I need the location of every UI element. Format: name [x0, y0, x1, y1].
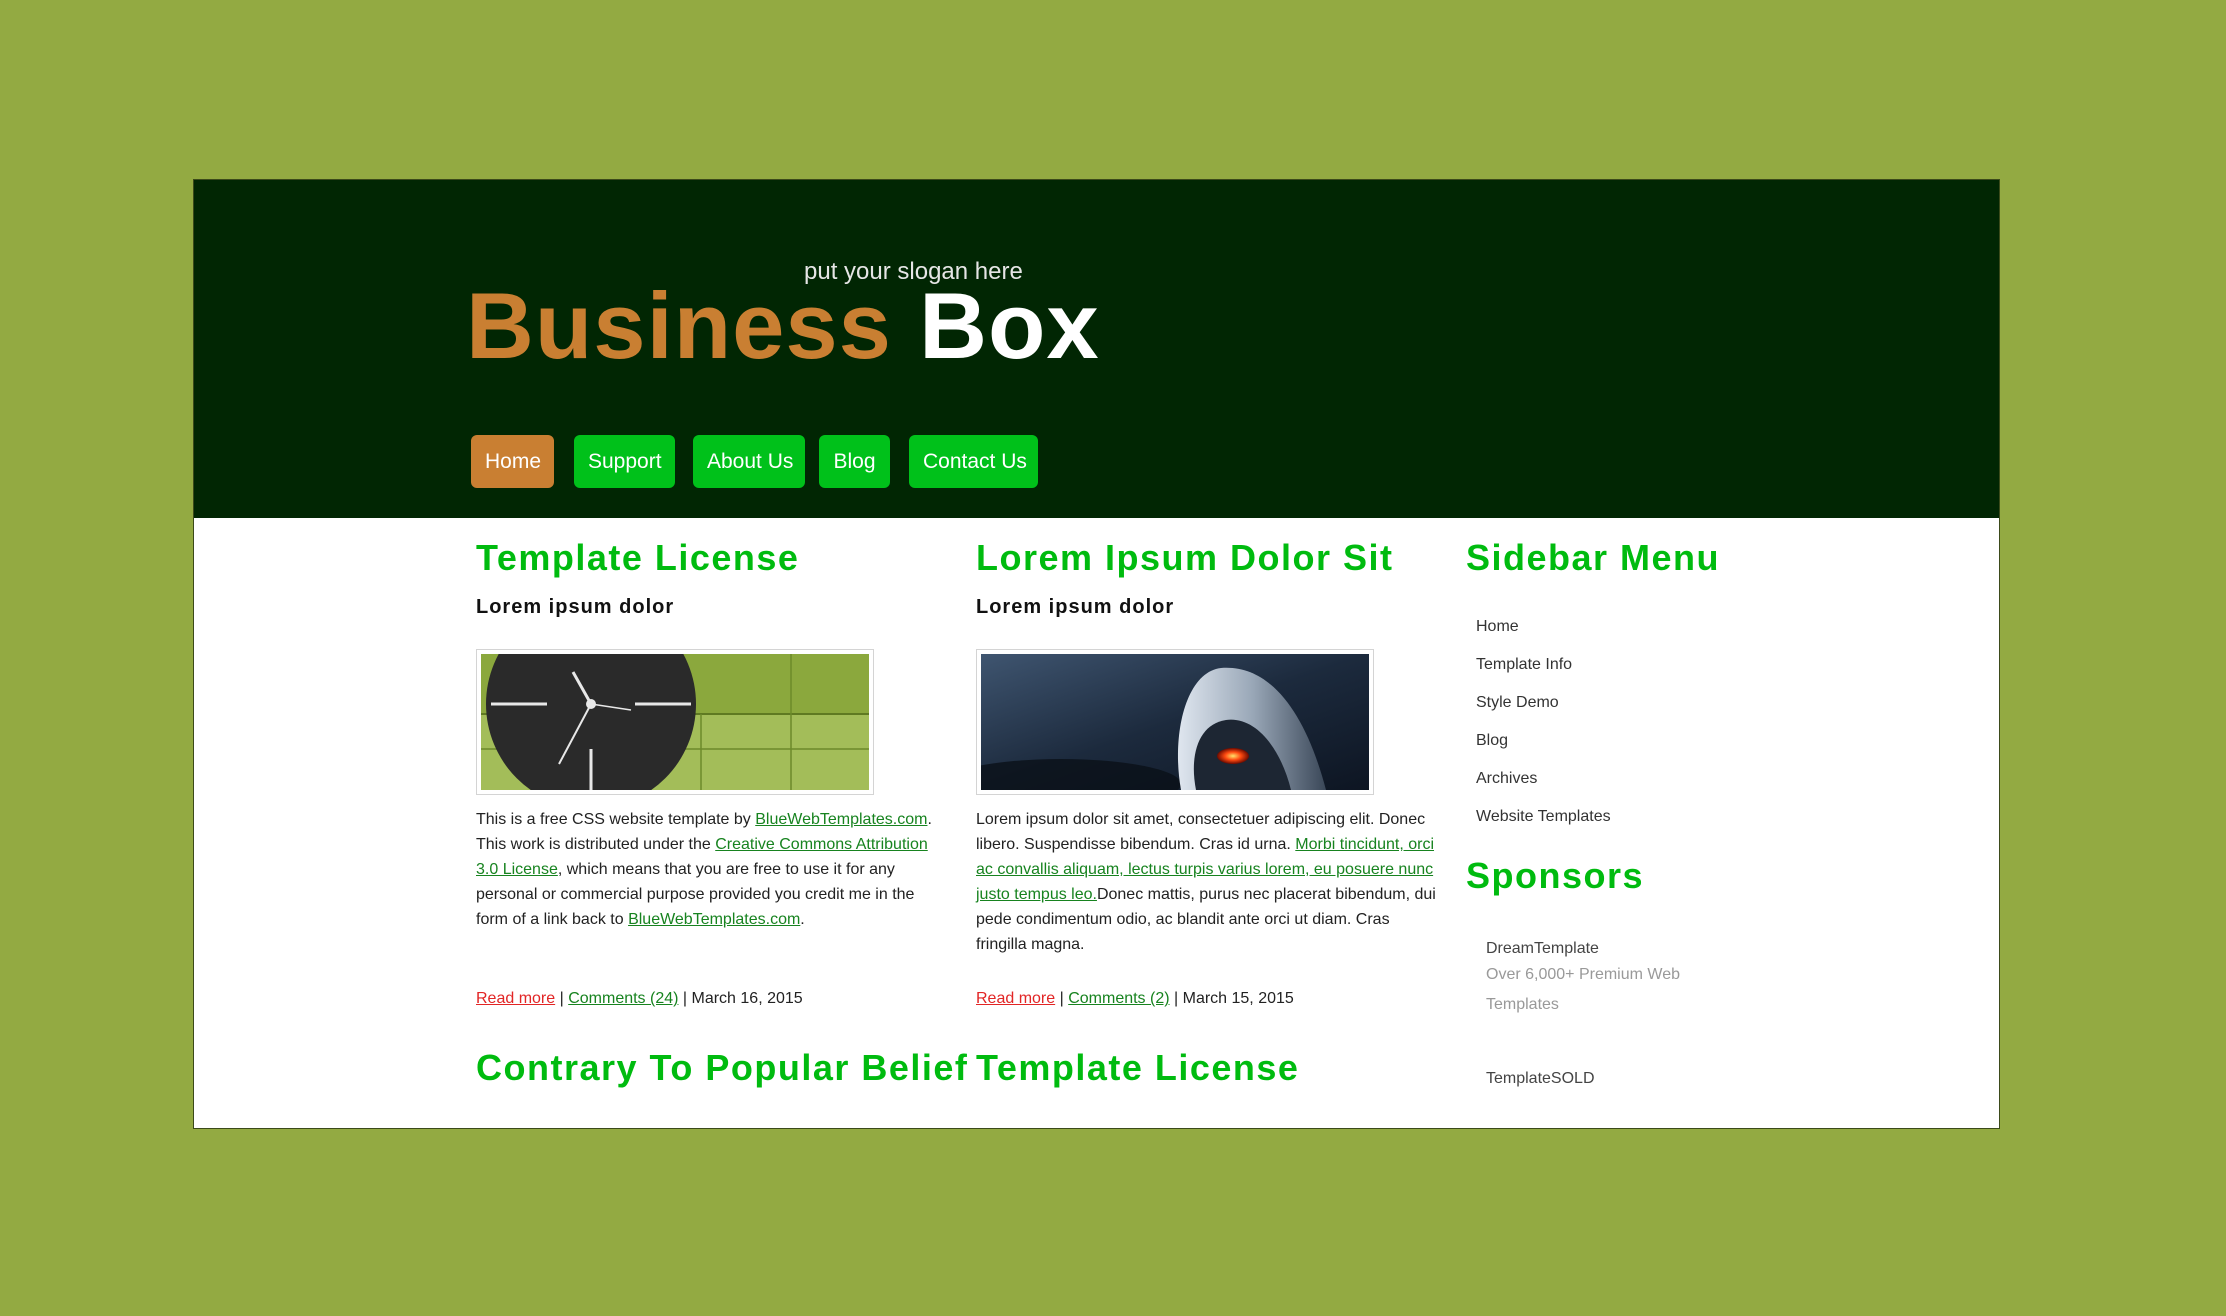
comments-link[interactable]: Comments (24) — [568, 990, 678, 1007]
bluewebtemplates-link[interactable]: BlueWebTemplates.com — [755, 811, 927, 828]
post-text: . — [800, 911, 805, 928]
post-body: This is a free CSS website template by B… — [476, 807, 936, 932]
sponsor-templatesold-link[interactable]: TemplateSOLD — [1486, 1070, 1595, 1088]
computer-mouse-icon — [981, 654, 1369, 790]
bluewebtemplates-link[interactable]: BlueWebTemplates.com — [628, 911, 800, 928]
nav-contact-us-button[interactable]: Contact Us — [909, 435, 1038, 488]
post-body: Lorem ipsum dolor sit amet, consectetuer… — [976, 807, 1436, 957]
post-meta: Read more | Comments (24) | March 16, 20… — [476, 990, 803, 1007]
nav-about-us-button[interactable]: About Us — [693, 435, 805, 488]
post-date: March 15, 2015 — [1182, 990, 1294, 1007]
post-subtitle: Lorem ipsum dolor — [976, 596, 1175, 618]
post-title[interactable]: Contrary To Popular Belief — [476, 1046, 968, 1090]
post-title[interactable]: Template License — [476, 536, 799, 580]
post-column-1: Template License Lorem ipsum dolor This … — [476, 536, 967, 1088]
sidebar-item-home[interactable]: Home — [1466, 608, 1611, 646]
logo-word-business: Business — [466, 273, 892, 378]
nav-home-button[interactable]: Home — [471, 435, 554, 488]
read-more-link[interactable]: Read more — [476, 990, 555, 1007]
logo-word-box: Box — [919, 273, 1100, 378]
site-header: put your slogan here Business Box Home S… — [194, 180, 1999, 518]
site-logo[interactable]: Business Box — [466, 272, 1100, 380]
page-frame: put your slogan here Business Box Home S… — [193, 179, 2000, 1129]
sidebar: Sidebar Menu Home Template Info Style De… — [1466, 536, 1721, 1087]
sidebar-menu: Home Template Info Style Demo Blog Archi… — [1466, 608, 1611, 836]
read-more-link[interactable]: Read more — [976, 990, 1055, 1007]
sidebar-item-blog[interactable]: Blog — [1466, 722, 1611, 760]
comments-link[interactable]: Comments (2) — [1068, 990, 1169, 1007]
sidebar-menu-title: Sidebar Menu — [1466, 537, 1721, 578]
post-subtitle: Lorem ipsum dolor — [476, 596, 675, 618]
nav-blog-button[interactable]: Blog — [819, 435, 890, 488]
sidebar-item-style-demo[interactable]: Style Demo — [1466, 684, 1611, 722]
post-text: This is a free CSS website template by — [476, 811, 756, 828]
sponsor-dreamtemplate-link[interactable]: DreamTemplate — [1486, 940, 1599, 958]
clock-image — [476, 649, 874, 795]
sponsors-title: Sponsors — [1466, 855, 1645, 896]
sidebar-item-template-info[interactable]: Template Info — [1466, 646, 1611, 684]
computer-mouse-image — [976, 649, 1374, 795]
sponsor-description: Over 6,000+ Premium Web Templates — [1486, 966, 1681, 1013]
post-meta: Read more | Comments (2) | March 15, 201… — [976, 990, 1294, 1007]
sidebar-item-website-templates[interactable]: Website Templates — [1466, 798, 1611, 836]
post-date: March 16, 2015 — [691, 990, 803, 1007]
sidebar-item-archives[interactable]: Archives — [1466, 760, 1611, 798]
post-title[interactable]: Lorem Ipsum Dolor Sit — [976, 536, 1394, 580]
nav-support-button[interactable]: Support — [574, 435, 675, 488]
post-title[interactable]: Template License — [976, 1046, 1299, 1090]
clock-icon — [481, 654, 869, 790]
post-column-2: Lorem Ipsum Dolor Sit Lorem ipsum dolor — [976, 536, 1436, 1088]
